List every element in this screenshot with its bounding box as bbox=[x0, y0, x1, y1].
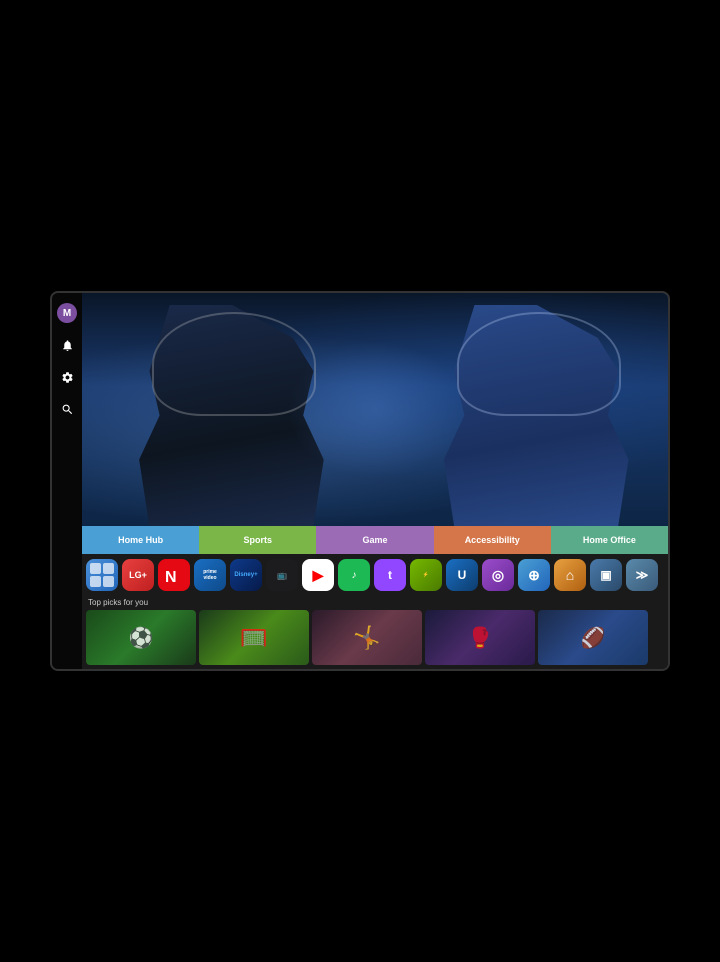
app-icon-prime-video[interactable]: primevideo bbox=[194, 559, 226, 591]
app-icon-more[interactable]: ≫ bbox=[626, 559, 658, 591]
svg-text:N: N bbox=[165, 569, 177, 586]
search-icon[interactable] bbox=[57, 399, 77, 419]
app-icon-apple-tv[interactable]: 📺 bbox=[266, 559, 298, 591]
app-icon-lg-home[interactable]: ⌂ bbox=[554, 559, 586, 591]
thumbnail-gymnastics[interactable] bbox=[312, 610, 422, 665]
helmet-right bbox=[457, 312, 621, 417]
sidebar: M bbox=[52, 293, 82, 669]
tab-sports[interactable]: Sports bbox=[199, 526, 316, 554]
app-icon-netflix[interactable]: N bbox=[158, 559, 190, 591]
tv-inner: M bbox=[52, 293, 668, 669]
thumbnails-row bbox=[86, 610, 664, 665]
glow-effect bbox=[287, 340, 463, 480]
thumbnail-football[interactable] bbox=[538, 610, 648, 665]
app-icon-screen-share[interactable]: ▣ bbox=[590, 559, 622, 591]
main-content: Home Hub Sports Game Accessibility Home … bbox=[82, 293, 668, 669]
hero-banner bbox=[82, 293, 668, 526]
top-picks-section: Top picks for you bbox=[82, 596, 668, 669]
notification-icon[interactable] bbox=[57, 335, 77, 355]
thumbnail-soccer-ball[interactable] bbox=[86, 610, 196, 665]
tab-accessibility[interactable]: Accessibility bbox=[434, 526, 551, 554]
nav-tabs: Home Hub Sports Game Accessibility Home … bbox=[82, 526, 668, 554]
thumbnail-soccer-goal[interactable] bbox=[199, 610, 309, 665]
apps-row: LG+ N primevideo Disney+ 📺 ▶ ♪ bbox=[82, 554, 668, 596]
tab-game[interactable]: Game bbox=[316, 526, 433, 554]
app-icon-youtube[interactable]: ▶ bbox=[302, 559, 334, 591]
app-icon-uplay[interactable]: U bbox=[446, 559, 478, 591]
app-icon-twitch[interactable]: t bbox=[374, 559, 406, 591]
app-icon-lg-channels[interactable]: LG+ bbox=[122, 559, 154, 591]
tab-home-hub[interactable]: Home Hub bbox=[82, 526, 199, 554]
settings-icon[interactable] bbox=[57, 367, 77, 387]
hero-scene bbox=[82, 293, 668, 526]
app-icon-disney-plus[interactable]: Disney+ bbox=[230, 559, 262, 591]
avatar-icon[interactable]: M bbox=[57, 303, 77, 323]
app-icon-spotify[interactable]: ♪ bbox=[338, 559, 370, 591]
tv-frame: M bbox=[50, 291, 670, 671]
app-icon-apps[interactable] bbox=[86, 559, 118, 591]
app-icon-geforce-now[interactable]: ⚡ bbox=[410, 559, 442, 591]
app-icon-purple[interactable]: ◎ bbox=[482, 559, 514, 591]
tab-home-office[interactable]: Home Office bbox=[551, 526, 668, 554]
thumbnail-boxing[interactable] bbox=[425, 610, 535, 665]
app-icon-smart-iptv[interactable]: ⊕ bbox=[518, 559, 550, 591]
top-picks-label: Top picks for you bbox=[86, 596, 664, 610]
